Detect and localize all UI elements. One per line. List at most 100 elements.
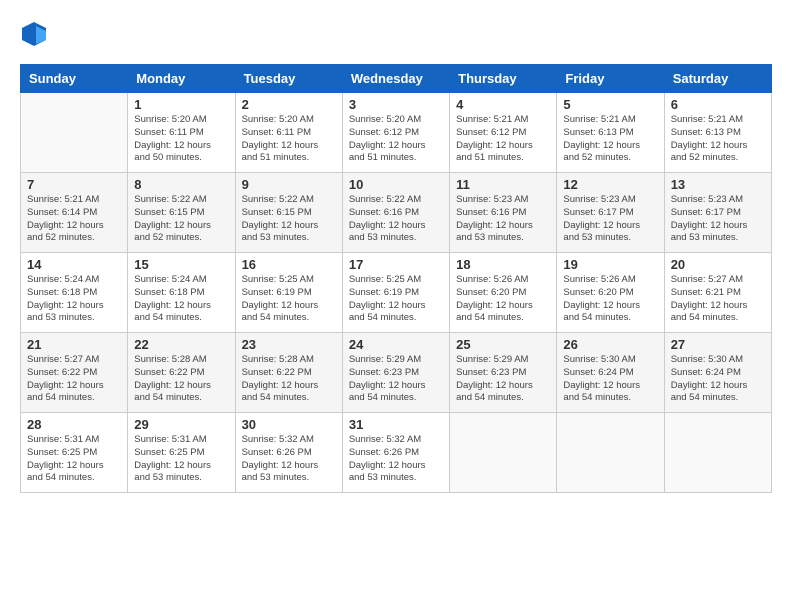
day-number: 14 xyxy=(27,257,121,272)
calendar-day-header: Wednesday xyxy=(342,65,449,93)
calendar-day-header: Friday xyxy=(557,65,664,93)
day-number: 26 xyxy=(563,337,657,352)
calendar-day-cell: 26 Sunrise: 5:30 AM Sunset: 6:24 PM Dayli… xyxy=(557,333,664,413)
day-info: Sunrise: 5:26 AM Sunset: 6:20 PM Dayligh… xyxy=(456,274,550,325)
calendar-day-cell: 12Sunrise: 5:23 AM Sunset: 6:17 PM Dayli… xyxy=(557,173,664,253)
day-info: Sunrise: 5:20 AM Sunset: 6:12 PM Dayligh… xyxy=(349,114,443,165)
day-info: Sunrise: 5:28 AM Sunset: 6:22 PM Dayligh… xyxy=(134,354,228,405)
day-info: Sunrise: 5:24 AM Sunset: 6:18 PM Dayligh… xyxy=(134,274,228,325)
day-number: 4 xyxy=(456,97,550,112)
calendar-day-cell: 14 Sunrise: 5:24 AM Sunset: 6:18 PM Dayli… xyxy=(21,253,128,333)
calendar-day-cell: 10Sunrise: 5:22 AM Sunset: 6:16 PM Dayli… xyxy=(342,173,449,253)
day-info: Sunrise: 5:26 AM Sunset: 6:20 PM Dayligh… xyxy=(563,274,657,325)
calendar-day-header: Tuesday xyxy=(235,65,342,93)
day-info: Sunrise: 5:29 AM Sunset: 6:23 PM Dayligh… xyxy=(456,354,550,405)
day-info: Sunrise: 5:31 AM Sunset: 6:25 PM Dayligh… xyxy=(27,434,121,485)
day-number: 9 xyxy=(242,177,336,192)
day-number: 25 xyxy=(456,337,550,352)
day-info: Sunrise: 5:21 AM Sunset: 6:12 PM Dayligh… xyxy=(456,114,550,165)
day-number: 6 xyxy=(671,97,765,112)
day-number: 12 xyxy=(563,177,657,192)
day-info: Sunrise: 5:30 AM Sunset: 6:24 PM Dayligh… xyxy=(563,354,657,405)
calendar-week-row: 14 Sunrise: 5:24 AM Sunset: 6:18 PM Dayli… xyxy=(21,253,772,333)
calendar-day-header: Saturday xyxy=(664,65,771,93)
calendar-day-cell xyxy=(450,413,557,493)
calendar-day-cell: 18 Sunrise: 5:26 AM Sunset: 6:20 PM Dayli… xyxy=(450,253,557,333)
day-number: 13 xyxy=(671,177,765,192)
calendar-day-cell: 8Sunrise: 5:22 AM Sunset: 6:15 PM Daylig… xyxy=(128,173,235,253)
page-header xyxy=(20,20,772,48)
logo xyxy=(20,20,52,48)
day-number: 3 xyxy=(349,97,443,112)
calendar-day-cell xyxy=(21,93,128,173)
day-number: 21 xyxy=(27,337,121,352)
day-number: 27 xyxy=(671,337,765,352)
calendar-day-cell: 2 Sunrise: 5:20 AM Sunset: 6:11 PM Daylig… xyxy=(235,93,342,173)
day-info: Sunrise: 5:27 AM Sunset: 6:21 PM Dayligh… xyxy=(671,274,765,325)
day-info: Sunrise: 5:23 AM Sunset: 6:17 PM Dayligh… xyxy=(671,194,765,245)
day-info: Sunrise: 5:25 AM Sunset: 6:19 PM Dayligh… xyxy=(349,274,443,325)
calendar-day-cell: 13 Sunrise: 5:23 AM Sunset: 6:17 PM Dayli… xyxy=(664,173,771,253)
day-number: 2 xyxy=(242,97,336,112)
calendar-day-cell: 25 Sunrise: 5:29 AM Sunset: 6:23 PM Dayli… xyxy=(450,333,557,413)
day-number: 22 xyxy=(134,337,228,352)
day-info: Sunrise: 5:20 AM Sunset: 6:11 PM Dayligh… xyxy=(134,114,228,165)
calendar-day-cell: 15 Sunrise: 5:24 AM Sunset: 6:18 PM Dayli… xyxy=(128,253,235,333)
calendar-week-row: 7 Sunrise: 5:21 AM Sunset: 6:14 PM Daylig… xyxy=(21,173,772,253)
logo-icon xyxy=(20,20,48,48)
day-number: 15 xyxy=(134,257,228,272)
day-info: Sunrise: 5:28 AM Sunset: 6:22 PM Dayligh… xyxy=(242,354,336,405)
day-info: Sunrise: 5:21 AM Sunset: 6:13 PM Dayligh… xyxy=(563,114,657,165)
calendar-day-cell: 28 Sunrise: 5:31 AM Sunset: 6:25 PM Dayli… xyxy=(21,413,128,493)
calendar-day-cell: 17 Sunrise: 5:25 AM Sunset: 6:19 PM Dayli… xyxy=(342,253,449,333)
calendar-day-cell: 22 Sunrise: 5:28 AM Sunset: 6:22 PM Dayli… xyxy=(128,333,235,413)
day-info: Sunrise: 5:22 AM Sunset: 6:15 PM Dayligh… xyxy=(242,194,336,245)
calendar-day-cell: 4 Sunrise: 5:21 AM Sunset: 6:12 PM Daylig… xyxy=(450,93,557,173)
calendar-week-row: 1 Sunrise: 5:20 AM Sunset: 6:11 PM Daylig… xyxy=(21,93,772,173)
calendar-day-header: Monday xyxy=(128,65,235,93)
calendar-day-cell: 31Sunrise: 5:32 AM Sunset: 6:26 PM Dayli… xyxy=(342,413,449,493)
calendar-day-cell: 5 Sunrise: 5:21 AM Sunset: 6:13 PM Daylig… xyxy=(557,93,664,173)
calendar-day-cell: 6Sunrise: 5:21 AM Sunset: 6:13 PM Daylig… xyxy=(664,93,771,173)
day-number: 10 xyxy=(349,177,443,192)
calendar-week-row: 21 Sunrise: 5:27 AM Sunset: 6:22 PM Dayli… xyxy=(21,333,772,413)
day-number: 8 xyxy=(134,177,228,192)
calendar-day-cell: 3 Sunrise: 5:20 AM Sunset: 6:12 PM Daylig… xyxy=(342,93,449,173)
day-number: 16 xyxy=(242,257,336,272)
day-number: 24 xyxy=(349,337,443,352)
day-number: 5 xyxy=(563,97,657,112)
calendar-header-row: SundayMondayTuesdayWednesdayThursdayFrid… xyxy=(21,65,772,93)
calendar-day-cell: 21 Sunrise: 5:27 AM Sunset: 6:22 PM Dayli… xyxy=(21,333,128,413)
day-number: 18 xyxy=(456,257,550,272)
day-info: Sunrise: 5:25 AM Sunset: 6:19 PM Dayligh… xyxy=(242,274,336,325)
day-number: 28 xyxy=(27,417,121,432)
day-info: Sunrise: 5:27 AM Sunset: 6:22 PM Dayligh… xyxy=(27,354,121,405)
day-number: 20 xyxy=(671,257,765,272)
calendar-day-cell: 19Sunrise: 5:26 AM Sunset: 6:20 PM Dayli… xyxy=(557,253,664,333)
calendar-day-cell: 30Sunrise: 5:32 AM Sunset: 6:26 PM Dayli… xyxy=(235,413,342,493)
calendar-day-cell: 24 Sunrise: 5:29 AM Sunset: 6:23 PM Dayli… xyxy=(342,333,449,413)
day-info: Sunrise: 5:21 AM Sunset: 6:14 PM Dayligh… xyxy=(27,194,121,245)
day-info: Sunrise: 5:24 AM Sunset: 6:18 PM Dayligh… xyxy=(27,274,121,325)
calendar-day-cell: 7 Sunrise: 5:21 AM Sunset: 6:14 PM Daylig… xyxy=(21,173,128,253)
calendar-day-header: Sunday xyxy=(21,65,128,93)
calendar-day-cell: 20 Sunrise: 5:27 AM Sunset: 6:21 PM Dayli… xyxy=(664,253,771,333)
day-info: Sunrise: 5:31 AM Sunset: 6:25 PM Dayligh… xyxy=(134,434,228,485)
calendar-day-cell: 16 Sunrise: 5:25 AM Sunset: 6:19 PM Dayli… xyxy=(235,253,342,333)
day-number: 7 xyxy=(27,177,121,192)
day-number: 23 xyxy=(242,337,336,352)
day-info: Sunrise: 5:30 AM Sunset: 6:24 PM Dayligh… xyxy=(671,354,765,405)
calendar-day-cell: 23 Sunrise: 5:28 AM Sunset: 6:22 PM Dayli… xyxy=(235,333,342,413)
day-info: Sunrise: 5:23 AM Sunset: 6:16 PM Dayligh… xyxy=(456,194,550,245)
day-number: 17 xyxy=(349,257,443,272)
day-number: 11 xyxy=(456,177,550,192)
calendar-day-cell: 1 Sunrise: 5:20 AM Sunset: 6:11 PM Daylig… xyxy=(128,93,235,173)
calendar-day-cell xyxy=(557,413,664,493)
calendar-table: SundayMondayTuesdayWednesdayThursdayFrid… xyxy=(20,64,772,493)
day-number: 1 xyxy=(134,97,228,112)
day-info: Sunrise: 5:20 AM Sunset: 6:11 PM Dayligh… xyxy=(242,114,336,165)
day-number: 31 xyxy=(349,417,443,432)
day-number: 30 xyxy=(242,417,336,432)
day-info: Sunrise: 5:29 AM Sunset: 6:23 PM Dayligh… xyxy=(349,354,443,405)
calendar-day-cell: 27 Sunrise: 5:30 AM Sunset: 6:24 PM Dayli… xyxy=(664,333,771,413)
